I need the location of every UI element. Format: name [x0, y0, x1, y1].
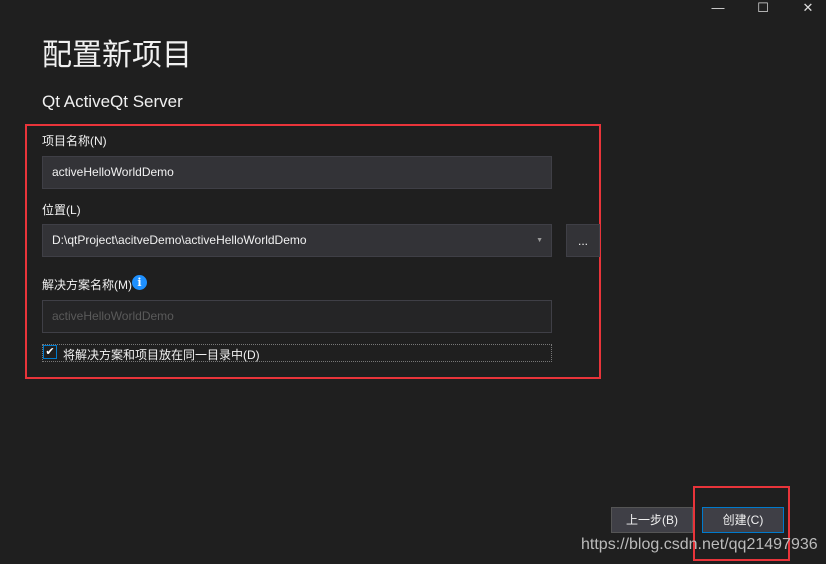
info-icon[interactable]: i: [132, 275, 147, 290]
page-title: 配置新项目: [42, 39, 192, 72]
watermark: https://blog.csdn.net/qq21497936: [581, 536, 818, 553]
location-value: D:\qtProject\acitveDemo\activeHelloWorld…: [52, 233, 307, 247]
solution-name-label: 解决方案名称(M): [42, 278, 132, 292]
checkbox[interactable]: ✔: [43, 345, 57, 359]
project-name-label: 项目名称(N): [42, 134, 107, 148]
same-directory-label: 将解决方案和项目放在同一目录中(D): [63, 348, 260, 362]
maximize-button[interactable]: ☐: [743, 0, 783, 18]
solution-name-input[interactable]: activeHelloWorldDemo: [42, 300, 552, 333]
close-button[interactable]: ✕: [788, 0, 826, 18]
back-button[interactable]: 上一步(B): [611, 507, 693, 533]
template-name: Qt ActiveQt Server: [42, 92, 183, 111]
location-label: 位置(L): [42, 203, 81, 217]
same-directory-checkbox-row[interactable]: ✔ 将解决方案和项目放在同一目录中(D): [42, 344, 552, 362]
location-dropdown[interactable]: D:\qtProject\acitveDemo\activeHelloWorld…: [42, 224, 552, 257]
browse-button[interactable]: ...: [566, 224, 600, 257]
project-name-input[interactable]: activeHelloWorldDemo: [42, 156, 552, 189]
chevron-down-icon: ▼: [536, 237, 543, 244]
minimize-button[interactable]: —: [698, 0, 738, 18]
